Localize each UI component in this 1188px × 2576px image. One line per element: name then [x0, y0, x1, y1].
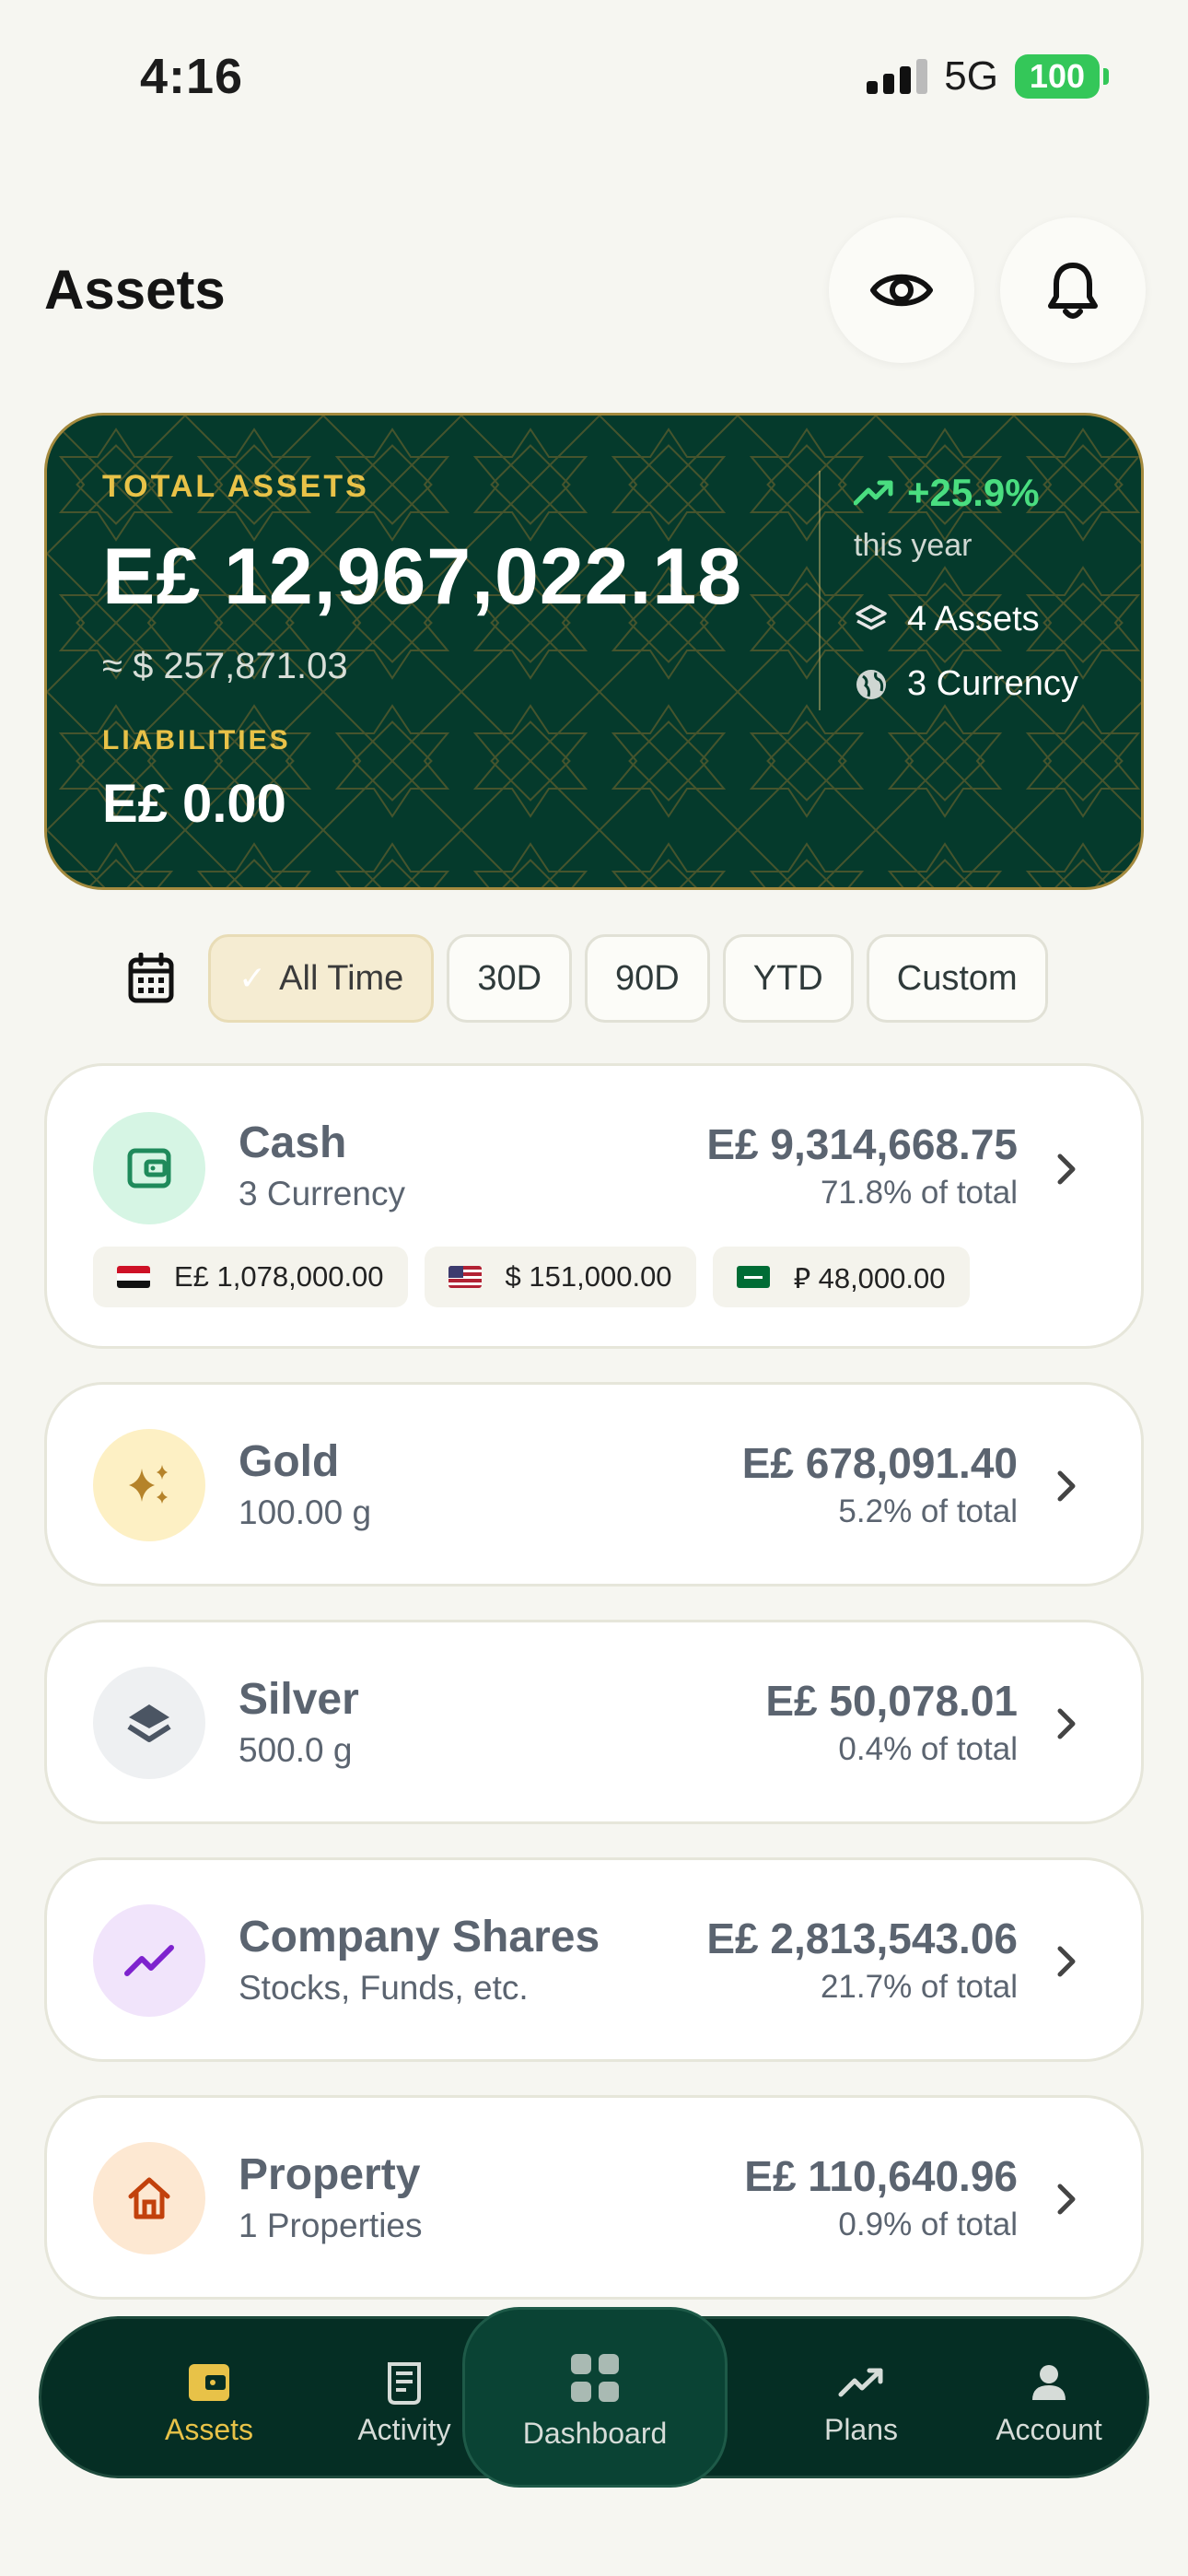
status-icons: 5G 100 [867, 53, 1109, 100]
battery-cap [1103, 68, 1109, 85]
filter-label: 30D [477, 958, 542, 998]
liabilities-value: E£ 0.00 [102, 774, 286, 834]
filter-90d[interactable]: 90D [585, 934, 710, 1023]
asset-share: 5.2% of total [838, 1493, 1018, 1529]
nav-label: Plans [823, 2413, 899, 2446]
total-assets-label: TOTAL ASSETS [102, 469, 369, 504]
asset-subtitle: 100.00 g [239, 1493, 372, 1531]
nav-label: Assets [164, 2413, 254, 2446]
total-assets-card: TOTAL ASSETS E£ 12,967,022.18 ≈ $ 257,87… [44, 413, 1144, 890]
asset-share: 0.4% of total [838, 1731, 1018, 1767]
asset-name: Property [239, 2150, 421, 2199]
yearly-change-period: this year [854, 528, 973, 563]
trending-up-icon [854, 480, 893, 506]
chevron-right-icon [1057, 1470, 1076, 1502]
asset-name: Gold [239, 1437, 340, 1486]
page-title: Assets [44, 259, 226, 321]
asset-share: 71.8% of total [820, 1175, 1018, 1211]
nav-label: Dashboard [522, 2417, 668, 2450]
chevron-right-icon [1057, 1153, 1076, 1185]
period-filters: ✓ All Time 30D 90D YTD Custom [208, 934, 1048, 1023]
currency-pill-usd: $ 151,000.00 [424, 1247, 696, 1307]
asset-name: Company Shares [239, 1913, 600, 1961]
asset-value: E£ 110,640.96 [744, 2152, 1018, 2200]
currency-pill-egp: E£ 1,078,000.00 [93, 1247, 408, 1307]
sparkles-icon [93, 1429, 205, 1541]
notifications-button[interactable] [1000, 217, 1146, 363]
asset-subtitle: 1 Properties [239, 2207, 423, 2244]
filter-label: All Time [279, 958, 404, 998]
currency-count: 3 Currency [907, 664, 1078, 703]
trending-up-icon [769, 2359, 953, 2406]
layers-icon [856, 603, 887, 630]
currency-breakdown: E£ 1,078,000.00 $ 151,000.00 ⃁ 48,000.00 [93, 1247, 970, 1307]
asset-share: 0.9% of total [838, 2207, 1018, 2242]
filter-all-time[interactable]: ✓ All Time [208, 934, 435, 1023]
filter-ytd[interactable]: YTD [722, 934, 854, 1023]
asset-name: Cash [239, 1118, 347, 1167]
trending-up-icon [93, 1904, 205, 2017]
chevron-right-icon [1057, 2184, 1076, 2215]
asset-value: E£ 9,314,668.75 [706, 1120, 1018, 1168]
chevron-right-icon [1057, 1708, 1076, 1739]
home-icon [93, 2142, 205, 2254]
summary-divider [819, 471, 821, 710]
saudi-flag-icon [736, 1266, 770, 1288]
asset-card-gold[interactable]: Gold 100.00 g E£ 678,091.40 5.2% of tota… [44, 1382, 1144, 1587]
filter-label: YTD [752, 958, 823, 998]
currency-amount: $ 151,000.00 [505, 1260, 672, 1293]
status-time: 4:16 [140, 49, 244, 104]
filter-label: Custom [896, 958, 1018, 998]
wallet-icon [117, 2359, 301, 2406]
assets-count-row: 4 Assets [854, 600, 1040, 639]
currency-pill-sar: ⃁ 48,000.00 [712, 1247, 970, 1307]
layers-icon [93, 1667, 205, 1779]
asset-subtitle: 3 Currency [239, 1175, 405, 1212]
asset-value: E£ 678,091.40 [741, 1439, 1018, 1487]
asset-name: Silver [239, 1675, 359, 1724]
currency-count-row: 3 Currency [854, 664, 1078, 704]
yearly-change-value: +25.9% [907, 471, 1040, 514]
asset-card-property[interactable]: Property 1 Properties E£ 110,640.96 0.9%… [44, 2095, 1144, 2300]
chevron-right-icon [1057, 1946, 1076, 1977]
grid-icon [465, 2352, 725, 2404]
total-assets-value: E£ 12,967,022.18 [102, 533, 743, 621]
currency-amount: ⃁ 48,000.00 [793, 1261, 946, 1294]
liabilities-label: LIABILITIES [102, 725, 291, 755]
asset-share: 21.7% of total [820, 1969, 1018, 2005]
asset-card-cash[interactable]: Cash 3 Currency E£ 9,314,668.75 71.8% of… [44, 1063, 1144, 1349]
asset-value: E£ 50,078.01 [765, 1677, 1018, 1725]
signal-icon [867, 59, 928, 94]
nav-account[interactable]: Account [957, 2359, 1141, 2447]
bell-icon [1048, 263, 1098, 319]
network-label: 5G [944, 53, 998, 99]
asset-card-company-shares[interactable]: Company Shares Stocks, Funds, etc. E£ 2,… [44, 1857, 1144, 2062]
total-assets-usd: ≈ $ 257,871.03 [102, 646, 348, 686]
battery-indicator: 100 [1014, 54, 1100, 99]
globe-icon [856, 669, 886, 699]
nav-plans[interactable]: Plans [769, 2359, 953, 2447]
user-icon [957, 2359, 1141, 2406]
wallet-icon [93, 1112, 205, 1224]
egypt-flag-icon [117, 1266, 150, 1288]
asset-subtitle: 500.0 g [239, 1731, 353, 1769]
filter-label: 90D [615, 958, 680, 998]
filter-30d[interactable]: 30D [447, 934, 573, 1023]
check-icon: ✓ [239, 959, 267, 997]
asset-value: E£ 2,813,543.06 [706, 1914, 1018, 1962]
calendar-icon[interactable] [127, 953, 175, 1004]
nav-label: Account [996, 2413, 1102, 2446]
nav-assets[interactable]: Assets [117, 2359, 301, 2447]
asset-subtitle: Stocks, Funds, etc. [239, 1969, 529, 2007]
currency-amount: E£ 1,078,000.00 [174, 1260, 384, 1293]
us-flag-icon [448, 1266, 482, 1288]
eye-icon [870, 274, 933, 307]
nav-dashboard[interactable]: Dashboard [462, 2307, 728, 2488]
asset-card-silver[interactable]: Silver 500.0 g E£ 50,078.01 0.4% of tota… [44, 1620, 1144, 1824]
yearly-change: +25.9% [854, 471, 1040, 515]
toggle-visibility-button[interactable] [829, 217, 974, 363]
filter-custom[interactable]: Custom [866, 934, 1048, 1023]
assets-count: 4 Assets [907, 600, 1040, 638]
